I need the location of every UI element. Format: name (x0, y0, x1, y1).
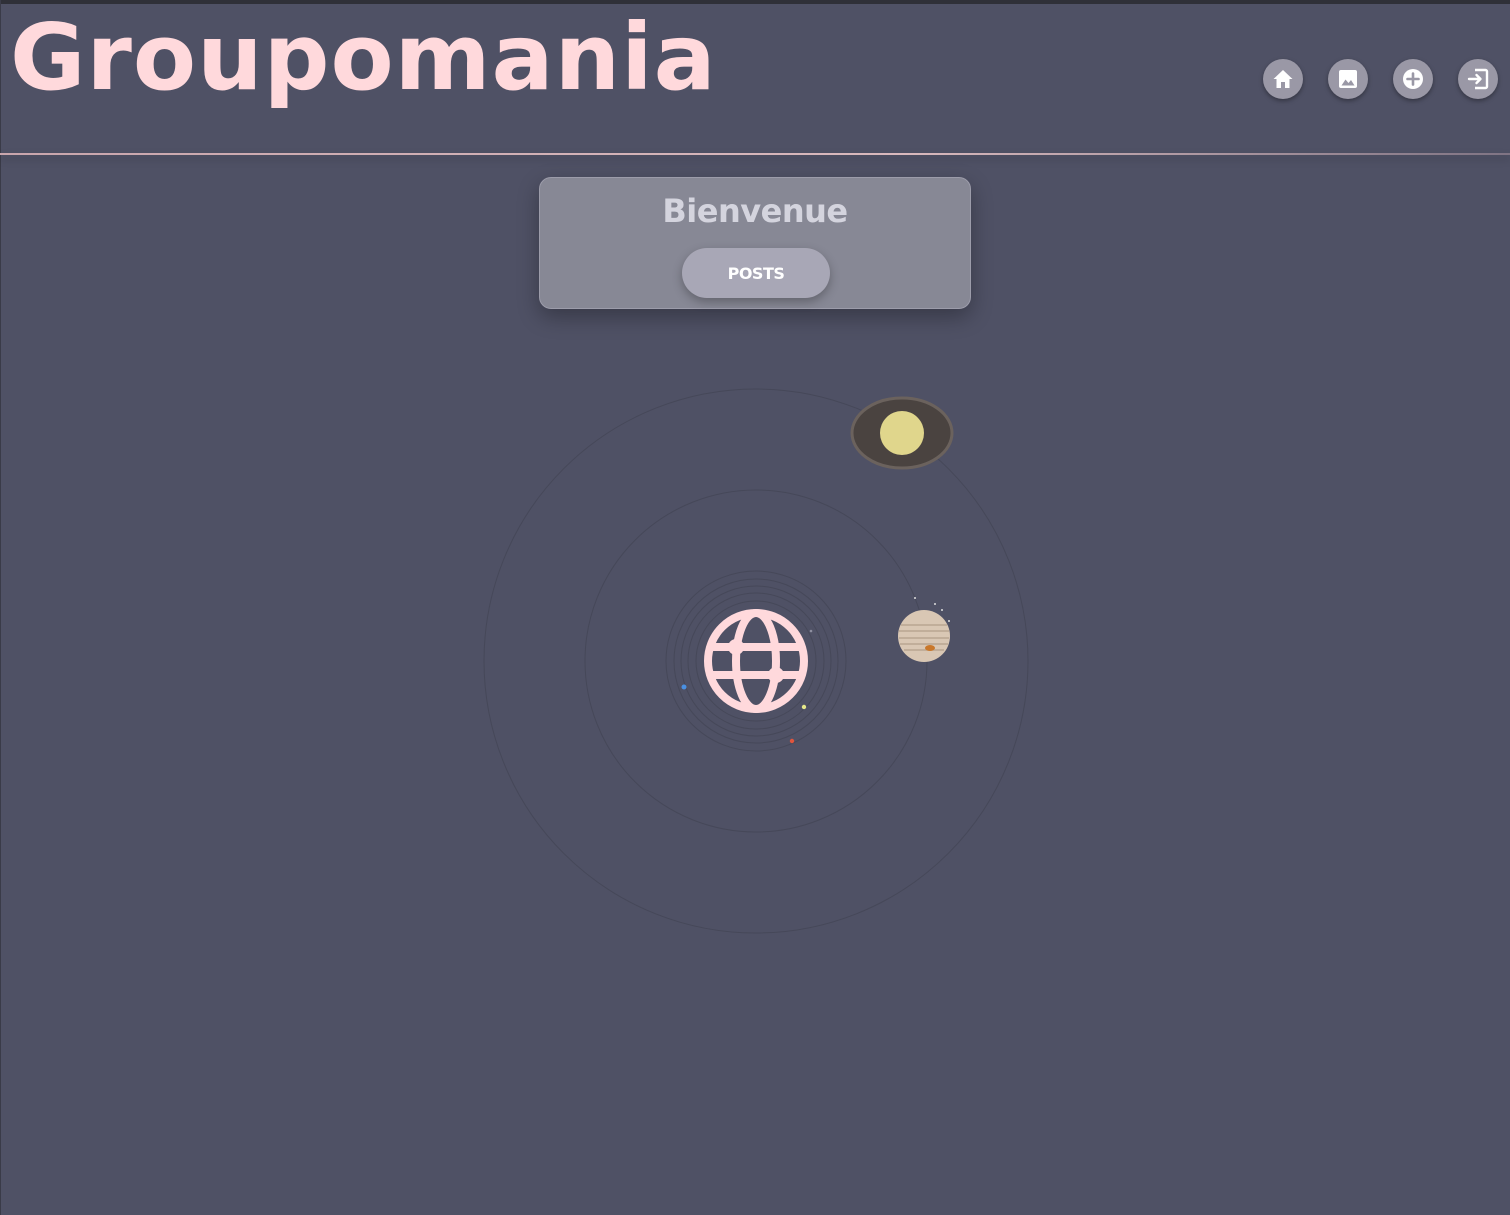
planet-red (789, 738, 795, 744)
header-divider (0, 153, 1510, 155)
add-post-button[interactable] (1393, 59, 1433, 99)
solar-system-animation (483, 388, 1029, 934)
gallery-button[interactable] (1328, 59, 1368, 99)
main-nav (1263, 59, 1498, 99)
logout-button[interactable] (1458, 59, 1498, 99)
logout-icon (1467, 68, 1489, 90)
planet-blue (681, 684, 687, 690)
welcome-title: Bienvenue (662, 192, 848, 230)
globe-icon (703, 608, 809, 714)
home-button[interactable] (1263, 59, 1303, 99)
welcome-card: Bienvenue POSTS (539, 177, 971, 309)
planet-grey (809, 629, 813, 633)
home-icon (1273, 70, 1293, 88)
planet-yellow (801, 704, 807, 710)
site-header: Groupomania (0, 4, 1510, 154)
planet-jupiter (898, 597, 950, 662)
left-edge (0, 0, 1, 1215)
planet-saturn (850, 396, 954, 470)
plus-circle-icon (1403, 69, 1423, 89)
logo-text[interactable]: Groupomania (10, 12, 717, 104)
image-icon (1339, 70, 1357, 88)
posts-button[interactable]: POSTS (682, 248, 830, 298)
